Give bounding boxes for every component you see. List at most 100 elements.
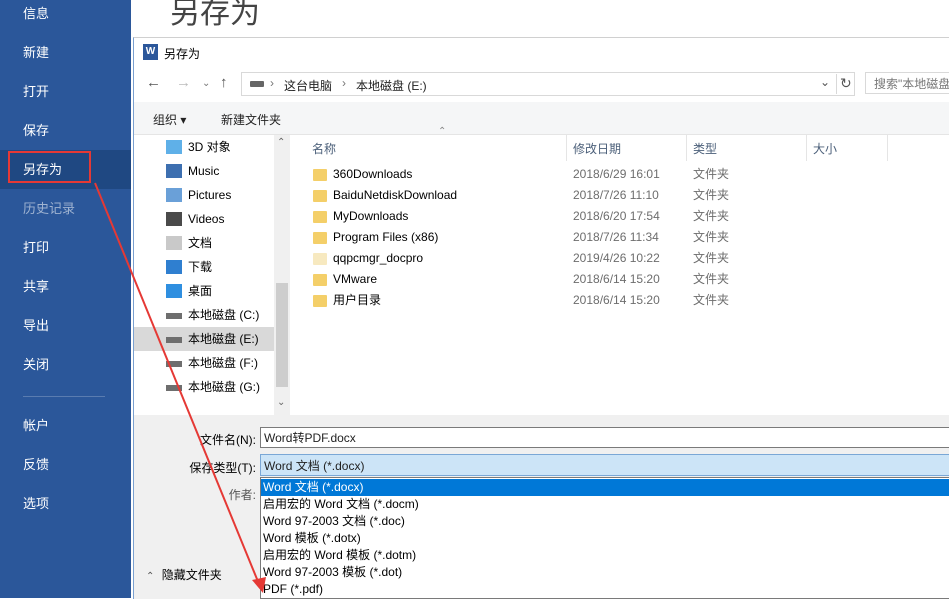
nav-item[interactable]: Videos bbox=[134, 207, 274, 231]
column-header-name[interactable]: 名称 bbox=[312, 138, 336, 160]
column-header-date[interactable]: 修改日期 bbox=[573, 138, 621, 160]
file-name: MyDownloads bbox=[333, 209, 409, 223]
address-bar[interactable]: › 这台电脑 › 本地磁盘 (E:) ⌄ ↻ bbox=[241, 72, 855, 96]
menu-new[interactable]: 新建 bbox=[0, 33, 131, 72]
nav-item[interactable]: 本地磁盘 (F:) bbox=[134, 351, 274, 375]
filetype-option[interactable]: PDF (*.pdf) bbox=[261, 581, 949, 598]
address-divider bbox=[836, 74, 837, 94]
menu-print[interactable]: 打印 bbox=[0, 228, 131, 267]
dialog-title: 另存为 bbox=[164, 47, 201, 61]
backstage-sidebar: 信息 新建 打开 保存 另存为 历史记录 打印 共享 导出 关闭 帐户 反馈 选… bbox=[0, 0, 131, 598]
filetype-option[interactable]: Word 97-2003 文档 (*.doc) bbox=[261, 513, 949, 530]
filetype-select[interactable]: Word 文档 (*.docx) bbox=[260, 454, 949, 476]
recent-locations-chevron-icon[interactable]: ⌄ bbox=[202, 78, 210, 89]
drive-icon bbox=[166, 385, 182, 391]
new-folder-button[interactable]: 新建文件夹 bbox=[221, 111, 281, 128]
refresh-icon[interactable]: ↻ bbox=[840, 75, 852, 92]
menu-feedback[interactable]: 反馈 bbox=[0, 445, 131, 484]
file-type: 文件夹 bbox=[693, 167, 730, 181]
column-divider bbox=[887, 135, 888, 161]
nav-item[interactable]: 本地磁盘 (C:) bbox=[134, 303, 274, 327]
back-arrow-icon[interactable]: ← bbox=[146, 74, 161, 91]
nav-item[interactable]: 文档 bbox=[134, 231, 274, 255]
nav-item[interactable]: 本地磁盘 (E:) bbox=[134, 327, 274, 351]
file-list: ⌃ 名称 修改日期 类型 大小 360Downloads 2018/6/29 16… bbox=[292, 126, 949, 415]
file-row[interactable]: BaiduNetdiskDownload 2018/7/26 11:10 文件夹 bbox=[307, 185, 947, 206]
file-row[interactable]: 用户目录 2018/6/14 15:20 文件夹 bbox=[307, 290, 947, 311]
nav-scrollbar-thumb[interactable] bbox=[276, 283, 288, 387]
nav-item-label: 文档 bbox=[188, 236, 213, 250]
nav-item-label: 本地磁盘 (F:) bbox=[188, 356, 258, 370]
menu-history[interactable]: 历史记录 bbox=[0, 189, 131, 228]
dialog-toolbar: 组织 ▾ 新建文件夹 bbox=[134, 102, 949, 135]
file-row[interactable]: 360Downloads 2018/6/29 16:01 文件夹 bbox=[307, 164, 947, 185]
dialog-titlebar: W 另存为 bbox=[134, 38, 949, 68]
hide-folders-label: 隐藏文件夹 bbox=[161, 568, 222, 582]
filetype-option[interactable]: Word 模板 (*.dotx) bbox=[261, 530, 949, 547]
file-date: 2019/4/26 10:22 bbox=[573, 251, 660, 265]
hide-folders-toggle[interactable]: ⌃ 隐藏文件夹 bbox=[146, 566, 222, 583]
nav-item[interactable]: 本地磁盘 (G:) bbox=[134, 375, 274, 399]
nav-item-label: Music bbox=[188, 164, 220, 178]
folder-icon bbox=[313, 295, 327, 307]
menu-close[interactable]: 关闭 bbox=[0, 345, 131, 384]
scroll-up-chevron-icon[interactable]: ⌃ bbox=[277, 137, 285, 148]
videos-icon bbox=[166, 212, 182, 226]
address-segment-this-pc[interactable]: 这台电脑 bbox=[284, 77, 332, 94]
nav-item[interactable]: Music bbox=[134, 159, 274, 183]
folder-icon bbox=[313, 232, 327, 244]
up-arrow-icon[interactable]: ↑ bbox=[220, 74, 228, 91]
nav-item-label: Videos bbox=[188, 212, 225, 226]
file-type: 文件夹 bbox=[693, 293, 730, 307]
filetype-dropdown-list: Word 文档 (*.docx) 启用宏的 Word 文档 (*.docm) Wor… bbox=[260, 477, 949, 599]
menu-open[interactable]: 打开 bbox=[0, 72, 131, 111]
menu-account[interactable]: 帐户 bbox=[0, 406, 131, 445]
file-name: 360Downloads bbox=[333, 167, 413, 181]
organize-button[interactable]: 组织 ▾ bbox=[153, 111, 186, 128]
annotation-highlight-box bbox=[8, 151, 91, 183]
address-dropdown-icon[interactable]: ⌄ bbox=[820, 75, 830, 89]
music-icon bbox=[166, 164, 182, 178]
file-name: qqpcmgr_docpro bbox=[333, 251, 424, 265]
filetype-option[interactable]: Word 文档 (*.docx) bbox=[261, 479, 949, 496]
filetype-option[interactable]: Word 97-2003 模板 (*.dot) bbox=[261, 564, 949, 581]
file-type: 文件夹 bbox=[693, 251, 730, 265]
desktop-icon bbox=[166, 284, 182, 298]
file-date: 2018/6/29 16:01 bbox=[573, 167, 660, 181]
filename-input[interactable]: Word转PDF.docx bbox=[260, 427, 949, 448]
search-input[interactable]: 搜索"本地磁盘 bbox=[865, 72, 949, 94]
filetype-option[interactable]: 启用宏的 Word 文档 (*.docm) bbox=[261, 496, 949, 513]
nav-item[interactable]: 桌面 bbox=[134, 279, 274, 303]
menu-info[interactable]: 信息 bbox=[0, 0, 131, 33]
filename-label: 文件名(N): bbox=[200, 433, 256, 447]
drive-icon bbox=[166, 337, 182, 343]
column-header-type[interactable]: 类型 bbox=[693, 138, 717, 160]
address-separator: › bbox=[342, 76, 346, 90]
forward-arrow-icon[interactable]: → bbox=[176, 74, 191, 91]
file-type: 文件夹 bbox=[693, 209, 730, 223]
menu-export[interactable]: 导出 bbox=[0, 306, 131, 345]
file-row[interactable]: MyDownloads 2018/6/20 17:54 文件夹 bbox=[307, 206, 947, 227]
file-type: 文件夹 bbox=[693, 188, 730, 202]
column-header-size[interactable]: 大小 bbox=[813, 138, 837, 160]
filetype-label: 保存类型(T): bbox=[189, 461, 256, 475]
address-segment-drive-e[interactable]: 本地磁盘 (E:) bbox=[356, 77, 427, 94]
nav-item[interactable]: 下载 bbox=[134, 255, 274, 279]
menu-save[interactable]: 保存 bbox=[0, 111, 131, 150]
drive-icon bbox=[166, 313, 182, 319]
file-row[interactable]: qqpcmgr_docpro 2019/4/26 10:22 文件夹 bbox=[307, 248, 947, 269]
file-type: 文件夹 bbox=[693, 272, 730, 286]
menu-share[interactable]: 共享 bbox=[0, 267, 131, 306]
nav-item-label: 本地磁盘 (G:) bbox=[188, 380, 260, 394]
folder-icon bbox=[313, 211, 327, 223]
filetype-option[interactable]: 启用宏的 Word 模板 (*.dotm) bbox=[261, 547, 949, 564]
chevron-up-icon: ⌃ bbox=[146, 571, 155, 582]
pictures-icon bbox=[166, 188, 182, 202]
nav-item[interactable]: Pictures bbox=[134, 183, 274, 207]
file-row[interactable]: Program Files (x86) 2018/7/26 11:34 文件夹 bbox=[307, 227, 947, 248]
menu-options[interactable]: 选项 bbox=[0, 484, 131, 523]
file-row[interactable]: VMware 2018/6/14 15:20 文件夹 bbox=[307, 269, 947, 290]
column-divider bbox=[686, 135, 687, 161]
scroll-down-chevron-icon[interactable]: ⌄ bbox=[277, 397, 285, 408]
nav-item[interactable]: 3D 对象 bbox=[134, 135, 274, 159]
